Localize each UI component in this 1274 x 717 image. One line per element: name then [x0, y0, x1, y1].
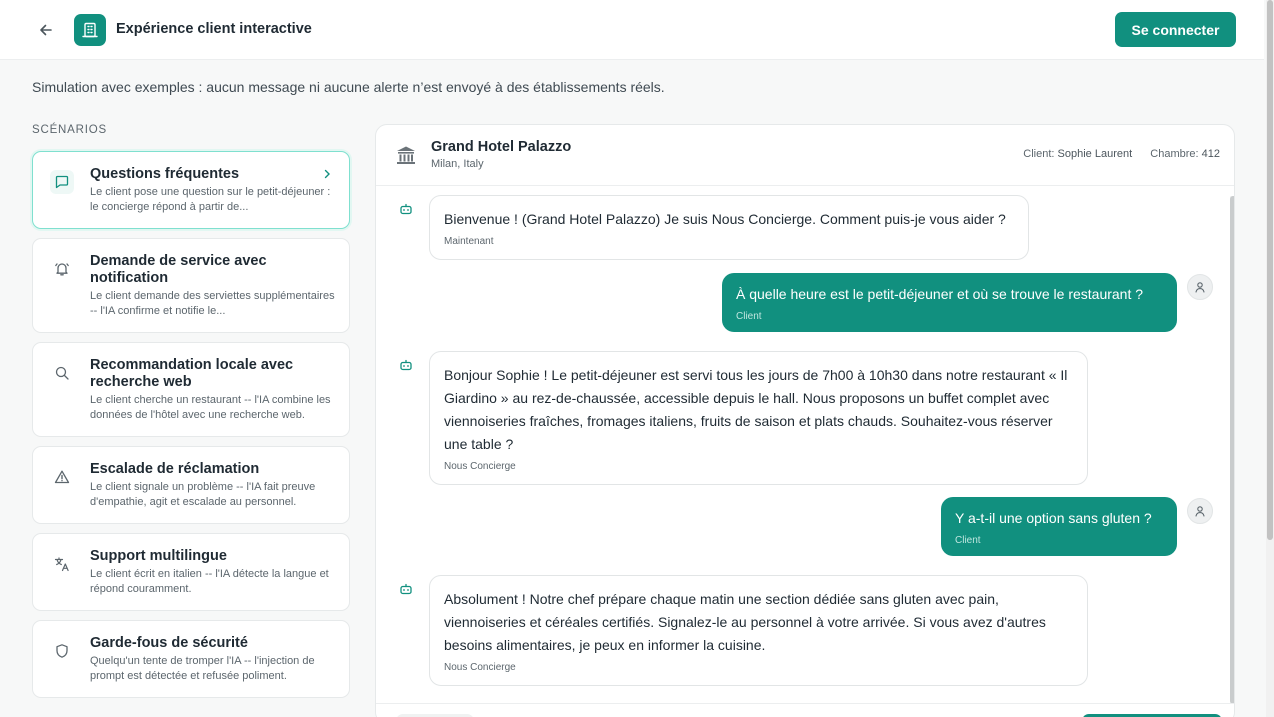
hotel-location: Milan, Italy [431, 158, 484, 170]
chat-scrollbar[interactable] [1230, 196, 1234, 704]
scenario-title: Recommandation locale avec recherche web [90, 357, 294, 390]
bot-icon [400, 583, 412, 595]
bot-icon [400, 203, 412, 215]
warning-triangle-icon [50, 465, 74, 489]
scenario-description: Le client signale un problème -- l'IA fa… [90, 481, 316, 508]
bell-ring-icon [50, 257, 74, 281]
building-icon [82, 22, 98, 38]
client-label: Client: [1023, 148, 1055, 160]
guest-info: Client: Sophie Laurent Chambre: 412 [1023, 148, 1220, 160]
message-text: Y a-t-il une option sans gluten ? [955, 510, 1152, 526]
room-label: Chambre: [1150, 148, 1199, 160]
scenario-title: Support multilingue [90, 548, 227, 564]
message-meta: Nous Concierge [444, 461, 516, 472]
scenario-multilingual-support[interactable]: Support multilingue Le client écrit en i… [32, 533, 350, 611]
search-icon [50, 361, 74, 385]
scenario-title: Questions fréquentes [90, 166, 240, 182]
message-square-icon [50, 170, 74, 194]
user-message: Y a-t-il une option sans gluten ? Client [941, 497, 1177, 556]
login-button[interactable]: Se connecter [1115, 12, 1236, 47]
room-number: 412 [1201, 148, 1220, 160]
scenario-title: Demande de service avec notification [90, 253, 267, 286]
client-name: Sophie Laurent [1057, 148, 1133, 160]
user-message: À quelle heure est le petit-déjeuner et … [722, 273, 1177, 332]
message-text: Bonjour Sophie ! Le petit-déjeuner est s… [444, 367, 1068, 452]
scenarios-heading: SCÉNARIOS [32, 124, 107, 136]
arrow-left-icon [40, 24, 52, 36]
message-meta: Client [955, 535, 981, 546]
scenario-service-request[interactable]: Demande de service avec notification Le … [32, 238, 350, 333]
scenario-security-guardrails[interactable]: Garde-fous de sécurité Quelqu'un tente d… [32, 620, 350, 698]
message-text: À quelle heure est le petit-déjeuner et … [736, 286, 1144, 302]
bot-message: Bienvenue ! (Grand Hotel Palazzo) Je sui… [429, 195, 1029, 260]
scenario-local-recommendation[interactable]: Recommandation locale avec recherche web… [32, 342, 350, 437]
scenario-complaint-escalation[interactable]: Escalade de réclamation Le client signal… [32, 446, 350, 524]
client-avatar [1187, 498, 1213, 524]
scenario-description: Le client demande des serviettes supplém… [90, 290, 335, 317]
client-avatar [1187, 274, 1213, 300]
app-logo [74, 14, 106, 46]
bank-icon [397, 146, 415, 164]
hotel-name: Grand Hotel Palazzo [431, 139, 572, 155]
bot-message: Absolument ! Notre chef prépare chaque m… [429, 575, 1088, 686]
message-text: Bienvenue ! (Grand Hotel Palazzo) Je sui… [444, 211, 1006, 227]
scenario-description: Le client cherche un restaurant -- l'IA … [90, 394, 331, 421]
scenario-description: Le client pose une question sur le petit… [90, 186, 331, 213]
scenario-title: Escalade de réclamation [90, 461, 260, 477]
simulation-notice: Simulation avec exemples : aucun message… [32, 79, 665, 95]
user-icon [1195, 282, 1205, 293]
scenario-title: Garde-fous de sécurité [90, 635, 248, 651]
scenario-faq[interactable]: Questions fréquentes Le client pose une … [32, 151, 350, 229]
bot-message: Bonjour Sophie ! Le petit-déjeuner est s… [429, 351, 1088, 485]
languages-icon [50, 552, 74, 576]
message-meta: Client [736, 311, 762, 322]
chat-header: Grand Hotel Palazzo Milan, Italy Client:… [376, 125, 1234, 186]
scenario-description: Le client écrit en italien -- l'IA détec… [90, 568, 329, 595]
back-button[interactable] [34, 18, 58, 42]
shield-icon [50, 639, 74, 663]
user-icon [1195, 506, 1205, 517]
top-bar: Expérience client interactive Se connect… [0, 0, 1264, 60]
bot-icon [400, 359, 412, 371]
app-title: Expérience client interactive [116, 21, 312, 37]
message-text: Absolument ! Notre chef prépare chaque m… [444, 591, 1046, 653]
chevron-right-icon [324, 169, 330, 179]
message-meta: Maintenant [444, 236, 494, 247]
message-meta: Nous Concierge [444, 662, 516, 673]
chat-panel: Grand Hotel Palazzo Milan, Italy Client:… [375, 124, 1235, 717]
chat-footer [376, 703, 1234, 717]
page-scrollbar[interactable] [1267, 0, 1273, 540]
scenario-description: Quelqu'un tente de tromper l'IA -- l'inj… [90, 655, 315, 682]
